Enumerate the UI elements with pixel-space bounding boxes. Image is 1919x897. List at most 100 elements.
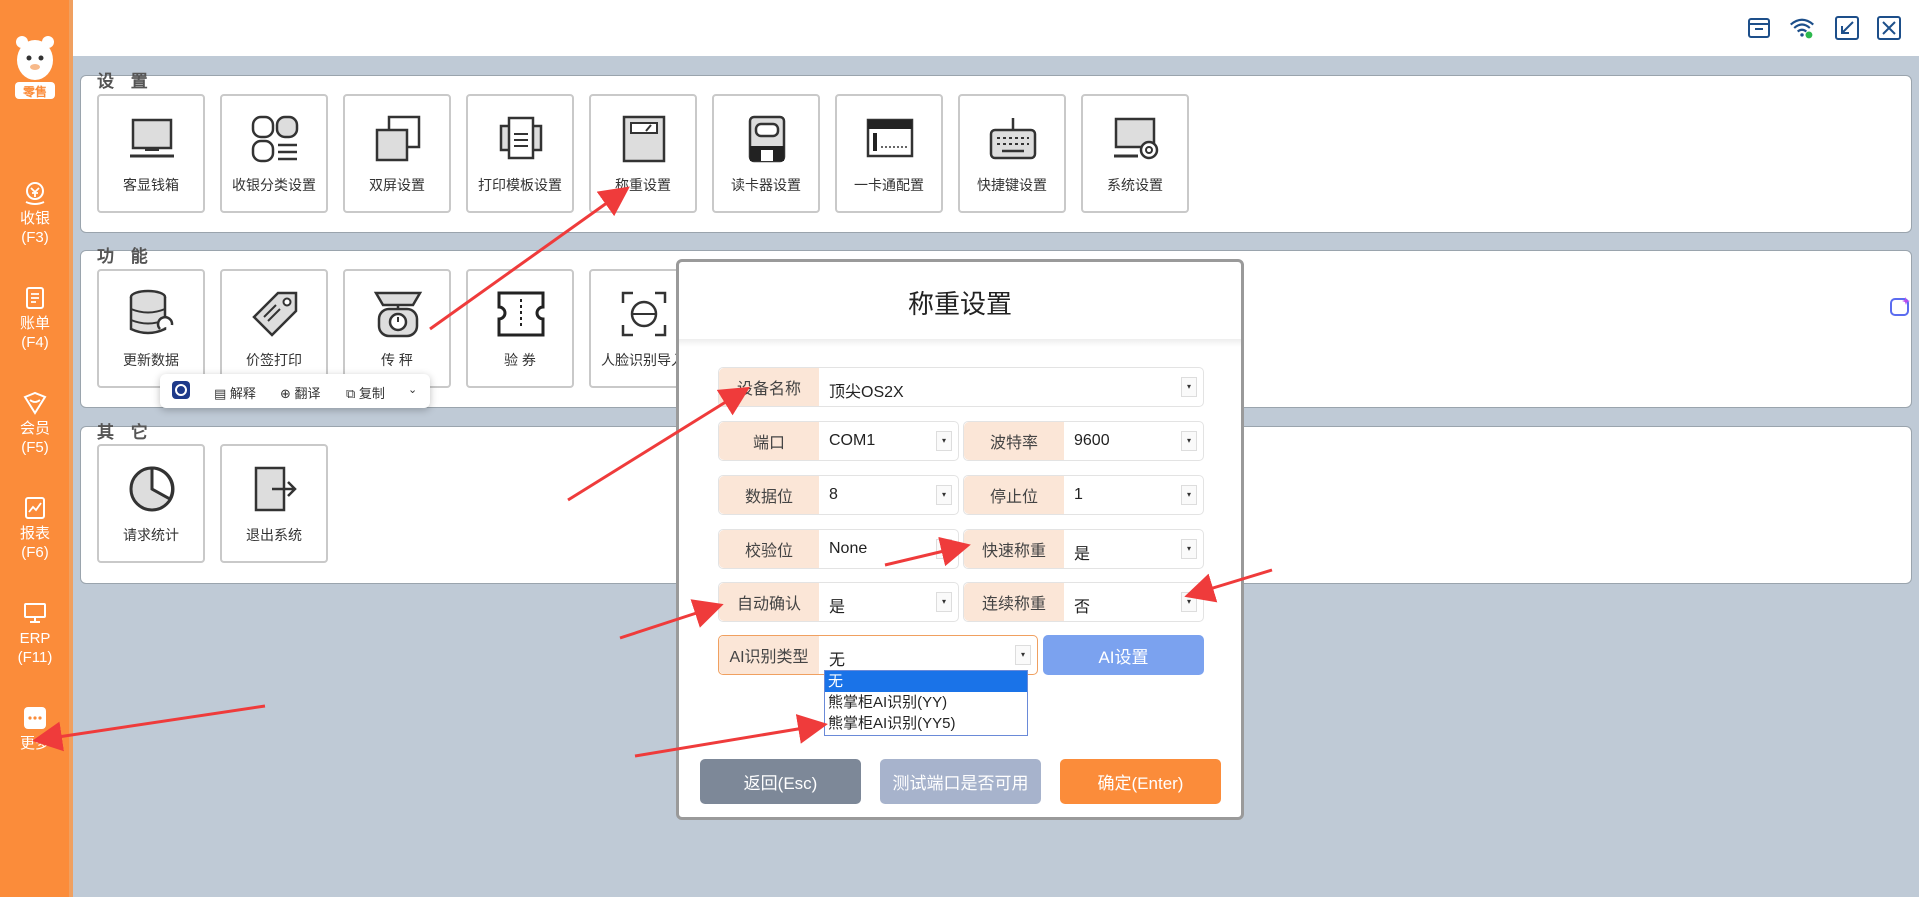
tile-one-card[interactable]: 一卡通配置 xyxy=(835,94,943,213)
tile-label: 系统设置 xyxy=(1107,177,1163,193)
tile-label: 客显钱箱 xyxy=(123,177,179,193)
field-value: 1 xyxy=(1074,486,1083,503)
tile-card-reader[interactable]: 读卡器设置 xyxy=(712,94,820,213)
back-button[interactable]: 返回(Esc) xyxy=(700,759,861,804)
tile-shortcut-keys[interactable]: 快捷键设置 xyxy=(958,94,1066,213)
tile-verify-coupon[interactable]: 验 券 xyxy=(466,269,574,388)
parity-select[interactable]: 校验位 None ▾ xyxy=(718,529,959,569)
fast-weigh-select[interactable]: 快速称重 是 ▾ xyxy=(963,529,1204,569)
system-settings-icon xyxy=(1114,117,1159,160)
stop-bits-select[interactable]: 停止位 1 ▾ xyxy=(963,475,1204,515)
chevron-down-icon[interactable]: ▾ xyxy=(936,485,952,505)
chevron-down-icon[interactable]: ▾ xyxy=(1181,377,1197,397)
store-icon[interactable] xyxy=(1746,15,1772,41)
continuous-weigh-select[interactable]: 连续称重 否 ▾ xyxy=(963,582,1204,622)
face-scan-icon xyxy=(621,291,667,337)
minimize-icon[interactable] xyxy=(1834,15,1860,41)
chevron-down-icon[interactable]: ▾ xyxy=(936,539,952,559)
confirm-button[interactable]: 确定(Enter) xyxy=(1060,759,1221,804)
kitchen-scale-icon xyxy=(373,291,423,338)
app-logo: 零售 xyxy=(12,34,58,102)
sidebar-item-key: (F11) xyxy=(17,649,53,666)
tile-exit-system[interactable]: 退出系统 xyxy=(220,444,328,563)
close-icon[interactable] xyxy=(1876,15,1902,41)
dropdown-option[interactable]: 无 xyxy=(825,671,1027,692)
tile-label: 双屏设置 xyxy=(369,177,425,193)
translate-label: 翻译 xyxy=(294,386,321,401)
auto-confirm-select[interactable]: 自动确认 是 ▾ xyxy=(718,582,959,622)
chevron-down-icon[interactable]: ⌄ xyxy=(408,383,417,396)
device-name-select[interactable]: 设备名称 顶尖OS2X ▾ xyxy=(718,367,1204,407)
tile-request-stats[interactable]: 请求统计 xyxy=(97,444,205,563)
selection-toolbar: ▤ 解释 ⊕ 翻译 ⧉ 复制 ⌄ xyxy=(160,374,430,408)
ai-type-dropdown-list: 无 熊掌柜AI识别(YY) 熊掌柜AI识别(YY5) xyxy=(824,670,1028,736)
chevron-down-icon[interactable]: ▾ xyxy=(1181,539,1197,559)
chevron-down-icon[interactable]: ▾ xyxy=(1181,592,1197,612)
sidebar-item-erp[interactable]: ERP (F11) xyxy=(0,600,70,667)
tile-system-settings[interactable]: 系统设置 xyxy=(1081,94,1189,213)
sidebar-item-members[interactable]: 会员 (F5) xyxy=(0,390,70,457)
data-bits-select[interactable]: 数据位 8 ▾ xyxy=(718,475,959,515)
tile-label: 退出系统 xyxy=(246,527,302,543)
tile-transfer-scale[interactable]: 传 秤 xyxy=(343,269,451,388)
sidebar-item-label: 账单 xyxy=(19,315,50,332)
chevron-down-icon[interactable]: ▾ xyxy=(1181,485,1197,505)
field-label: 自动确认 xyxy=(719,583,819,621)
chevron-down-icon[interactable]: ▾ xyxy=(936,431,952,451)
dropdown-option[interactable]: 熊掌柜AI识别(YY5) xyxy=(825,713,1027,734)
sidebar-item-key: (F3) xyxy=(21,229,49,246)
field-value: 是 xyxy=(1074,546,1091,563)
sidebar-item-more[interactable]: 更多 xyxy=(0,705,70,753)
test-port-button[interactable]: 测试端口是否可用 xyxy=(880,759,1041,804)
app-badge-icon[interactable] xyxy=(172,381,190,402)
tile-dual-screen[interactable]: 双屏设置 xyxy=(343,94,451,213)
ticket-icon xyxy=(497,291,545,337)
field-label: 快速称重 xyxy=(964,530,1064,568)
copy-button[interactable]: ⧉ 复制 xyxy=(346,383,385,402)
tile-label: 验 券 xyxy=(504,352,536,368)
field-value: 顶尖OS2X xyxy=(829,384,904,401)
port-select[interactable]: 端口 COM1 ▾ xyxy=(718,421,959,461)
chevron-down-icon[interactable]: ▾ xyxy=(1015,645,1031,665)
tile-label-printing[interactable]: 价签打印 xyxy=(220,269,328,388)
assistant-icon[interactable] xyxy=(1888,295,1912,319)
chevron-down-icon[interactable]: ▾ xyxy=(936,592,952,612)
field-value: None xyxy=(829,540,868,557)
tile-update-data[interactable]: 更新数据 xyxy=(97,269,205,388)
tile-label: 更新数据 xyxy=(123,352,179,368)
ai-settings-button[interactable]: AI设置 xyxy=(1043,635,1204,675)
monitor-icon xyxy=(24,603,46,623)
pie-chart-icon xyxy=(129,466,175,512)
tile-label: 收银分类设置 xyxy=(232,177,316,193)
explain-button[interactable]: ▤ 解释 xyxy=(214,383,256,402)
baud-rate-select[interactable]: 波特率 9600 ▾ xyxy=(963,421,1204,461)
sidebar-item-checkout[interactable]: 收银 (F3) xyxy=(0,180,70,247)
ai-type-select[interactable]: AI识别类型 无 ▾ xyxy=(718,635,1038,675)
sidebar-item-label: 收银 xyxy=(19,210,50,227)
cash-icon xyxy=(25,182,45,205)
tile-print-template[interactable]: 打印模板设置 xyxy=(466,94,574,213)
price-tag-icon xyxy=(252,291,298,337)
member-icon xyxy=(23,391,47,415)
wifi-icon[interactable] xyxy=(1789,15,1815,41)
functions-section-title: 功 能 xyxy=(97,247,154,266)
bill-icon xyxy=(26,287,44,309)
tile-category-settings[interactable]: 收银分类设置 xyxy=(220,94,328,213)
dual-screen-icon xyxy=(375,115,421,162)
sidebar-item-label: ERP xyxy=(19,630,51,647)
sidebar-item-reports[interactable]: 报表 (F6) xyxy=(0,495,70,562)
others-section-title: 其 它 xyxy=(97,423,154,442)
tile-weighing-settings[interactable]: 称重设置 xyxy=(589,94,697,213)
tile-label: 读卡器设置 xyxy=(731,177,801,193)
dialog-title: 称重设置 xyxy=(907,289,1012,319)
sidebar-item-key: (F5) xyxy=(21,439,49,456)
sidebar-item-key: (F4) xyxy=(21,334,49,351)
chevron-down-icon[interactable]: ▾ xyxy=(1181,431,1197,451)
sidebar: 零售 收银 (F3) 账单 (F4) 会员 (F5) 报表 (F6) ERP (… xyxy=(0,0,73,897)
translate-button[interactable]: ⊕ 翻译 xyxy=(280,383,321,402)
dropdown-option[interactable]: 熊掌柜AI识别(YY) xyxy=(825,692,1027,713)
sidebar-item-label: 更多 xyxy=(19,735,50,752)
monitor-icon xyxy=(130,118,174,158)
sidebar-item-bills[interactable]: 账单 (F4) xyxy=(0,285,70,352)
tile-customer-display[interactable]: 客显钱箱 xyxy=(97,94,205,213)
